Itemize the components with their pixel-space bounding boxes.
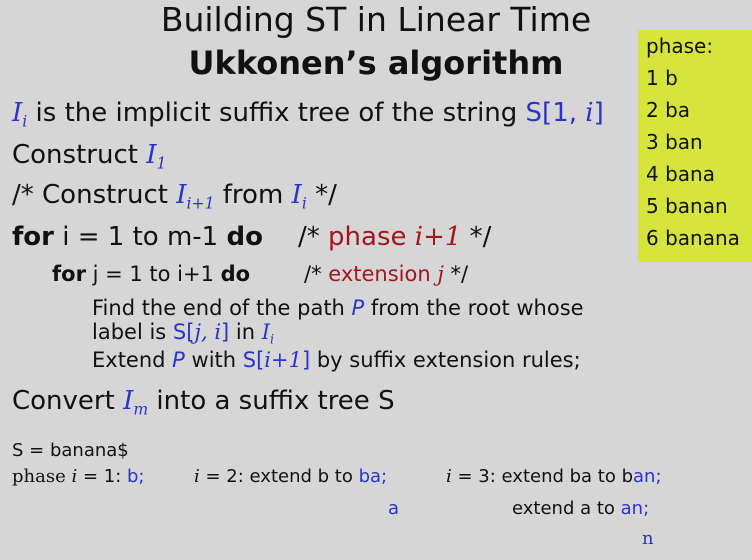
phase-item-4: 4 bana bbox=[646, 162, 715, 186]
line-extend-path: Extend P with S[i+1] by suffix extension… bbox=[92, 348, 581, 372]
example-phase-2: i = 2: extend b to ba; bbox=[194, 466, 388, 487]
line-implicit-tree: Ii is the implicit suffix tree of the st… bbox=[12, 98, 604, 131]
example-extend-n: n bbox=[642, 528, 654, 549]
phase-item-3: 3 ban bbox=[646, 130, 703, 154]
phase-box: phase: 1 b 2 ba 3 ban 4 bana 5 banan 6 b… bbox=[638, 30, 752, 262]
line-comment-construct: /* Construct Ii+1 from Ii */ bbox=[12, 180, 337, 213]
example-extend-a: a bbox=[388, 498, 400, 519]
phase-heading: phase: bbox=[646, 34, 714, 58]
phase-item-2: 2 ba bbox=[646, 98, 691, 122]
example-string: S = banana$ bbox=[12, 440, 129, 461]
line-phase-comment: /* phase i+1 */ bbox=[298, 222, 492, 252]
example-phase-3: i = 3: extend ba to ban; bbox=[446, 466, 662, 487]
line-for-extension: for j = 1 to i+1 do bbox=[52, 262, 251, 286]
line-find-path: Find the end of the path P from the root… bbox=[92, 296, 584, 320]
line-label: label is S[j, i] in Ii bbox=[92, 320, 275, 347]
phase-item-5: 5 banan bbox=[646, 194, 728, 218]
phase-item-6: 6 banana bbox=[646, 226, 740, 250]
line-for-phase: for i = 1 to m-1 do bbox=[12, 222, 263, 252]
line-extension-comment: /* extension j */ bbox=[304, 262, 469, 286]
line-construct: Construct I1 bbox=[12, 140, 167, 173]
example-phase-1: phase i = 1: b; bbox=[12, 466, 145, 487]
phase-item-1: 1 b bbox=[646, 66, 678, 90]
line-convert: Convert Im into a suffix tree S bbox=[12, 386, 395, 419]
example-extend-a-to-an: extend a to an; bbox=[512, 498, 650, 519]
